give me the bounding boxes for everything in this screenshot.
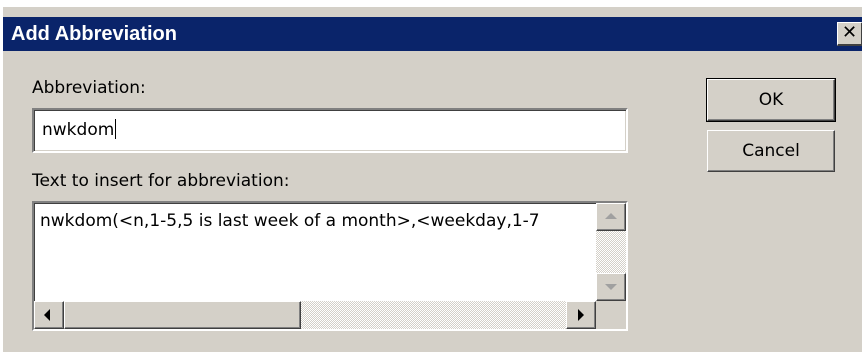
abbreviation-input[interactable]: nwkdom — [32, 108, 628, 153]
abbreviation-input-value: nwkdom — [42, 119, 117, 141]
scroll-up-button[interactable] — [596, 203, 626, 231]
scroll-left-arrow-icon — [44, 309, 50, 321]
close-button[interactable]: ✕ — [837, 22, 862, 46]
scroll-left-button[interactable] — [34, 301, 64, 329]
scrollbar-corner — [596, 301, 626, 329]
scroll-down-arrow-icon — [605, 284, 617, 290]
scroll-up-arrow-icon — [605, 213, 617, 219]
horizontal-scroll-thumb[interactable] — [64, 301, 301, 329]
vertical-scrollbar[interactable] — [596, 203, 626, 301]
scroll-right-arrow-icon — [578, 309, 584, 321]
title-bar[interactable]: Add Abbreviation ✕ — [3, 17, 862, 51]
text-to-insert-label: Text to insert for abbreviation: — [32, 171, 290, 191]
close-icon: ✕ — [841, 22, 858, 43]
text-caret — [115, 119, 117, 139]
scroll-right-button[interactable] — [566, 301, 596, 329]
window-title: Add Abbreviation — [11, 23, 177, 45]
text-to-insert-textarea[interactable]: nwkdom(<n,1-5,5 is last week of a month>… — [32, 201, 628, 331]
ok-button[interactable]: OK — [706, 78, 836, 122]
horizontal-scrollbar[interactable] — [34, 301, 596, 329]
cancel-button[interactable]: Cancel — [707, 130, 835, 172]
scroll-down-button[interactable] — [596, 273, 626, 301]
add-abbreviation-dialog: Add Abbreviation ✕ Abbreviation: nwkdom … — [3, 7, 862, 352]
abbreviation-value-text: nwkdom — [42, 120, 115, 140]
text-to-insert-value: nwkdom(<n,1-5,5 is last week of a month>… — [40, 211, 540, 231]
abbreviation-label: Abbreviation: — [32, 78, 146, 98]
